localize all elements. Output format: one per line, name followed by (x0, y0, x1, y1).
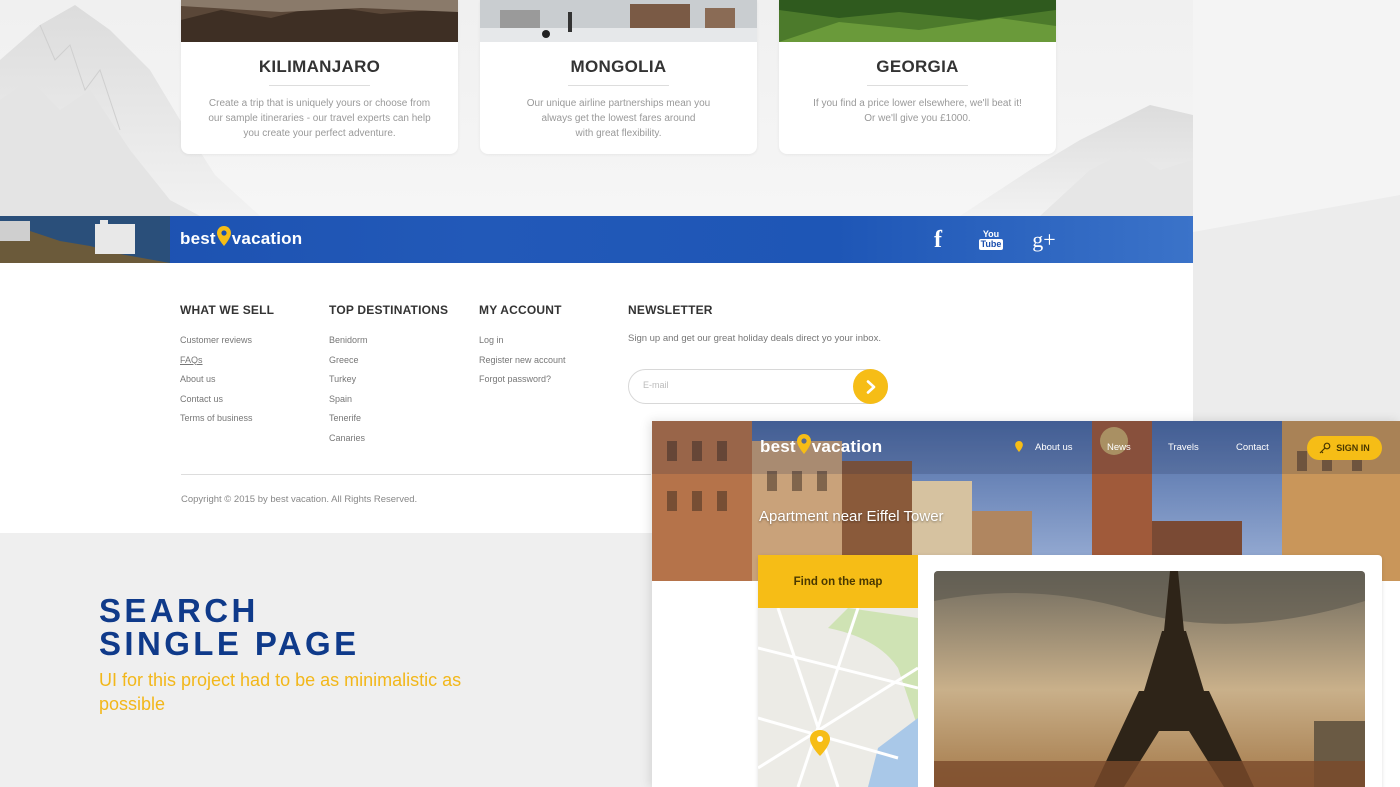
map-thumbnail[interactable] (758, 608, 918, 787)
promo-subtitle: UI for this project had to be as minimal… (99, 670, 462, 714)
destination-card-kilimanjaro[interactable]: KILIMANJARO Create a trip that is unique… (181, 0, 458, 154)
footer-link[interactable]: Terms of business (180, 411, 274, 431)
nav-news[interactable]: News (1107, 442, 1131, 453)
brand-right: vacation (811, 437, 883, 456)
card-description: Create a trip that is uniquely yours or … (208, 98, 431, 139)
card-divider (568, 85, 669, 86)
brand-left: best (760, 437, 796, 456)
nav-travels[interactable]: Travels (1168, 442, 1199, 453)
card-divider (269, 85, 370, 86)
footer-link[interactable]: Benidorm (329, 333, 448, 353)
footer-link[interactable]: Greece (329, 353, 448, 373)
footer-link[interactable]: Turkey (329, 372, 448, 392)
brand-logo[interactable]: best vacation (180, 226, 303, 249)
footer-link[interactable]: Register new account (479, 353, 566, 373)
georgia-photo (779, 0, 1056, 42)
card-title: MONGOLIA (570, 57, 667, 76)
find-on-map-tab[interactable]: Find on the map (758, 555, 918, 608)
nav-about-us[interactable]: About us (1035, 442, 1073, 453)
card-title: KILIMANJARO (258, 57, 381, 76)
footer-link[interactable]: Spain (329, 392, 448, 412)
brand-right: vacation (231, 229, 303, 248)
column-heading: WHAT WE SELL (180, 303, 275, 317)
footer-link[interactable]: FAQs (180, 353, 274, 373)
location-pin-icon (1015, 441, 1023, 452)
detail-brand-logo[interactable]: best vacation (760, 434, 883, 457)
footer-link[interactable]: About us (180, 372, 274, 392)
promo-title: SEARCH SINGLE PAGE (99, 592, 360, 662)
subscribe-button[interactable] (853, 369, 888, 404)
footer-link[interactable]: Log in (479, 333, 566, 353)
city-photo (0, 216, 170, 263)
card-divider (867, 85, 968, 86)
destination-card-georgia[interactable]: GEORGIA If you find a price lower elsewh… (779, 0, 1056, 154)
copyright-text: Copyright © 2015 by best vacation. All R… (181, 494, 418, 505)
footer-link[interactable]: Canaries (329, 431, 448, 451)
footer-column-newsletter: NEWSLETTER Sign up and get our great hol… (628, 303, 881, 344)
footer-divider (181, 474, 651, 475)
email-input[interactable] (643, 380, 843, 390)
brand-left: best (180, 229, 216, 248)
card-title: GEORGIA (876, 57, 959, 76)
footer-column-what-we-sell: WHAT WE SELL Customer reviews FAQs About… (180, 303, 274, 431)
chevron-right-icon (866, 379, 875, 394)
youtube-icon[interactable]: You Tube (978, 227, 1004, 253)
column-heading: MY ACCOUNT (479, 303, 562, 317)
column-heading: TOP DESTINATIONS (329, 303, 449, 317)
footer-banner: best vacation f You Tube g+ (0, 216, 1193, 263)
footer-link[interactable]: Forgot password? (479, 372, 566, 392)
footer-link[interactable]: Contact us (180, 392, 274, 412)
map-pin-icon (796, 434, 811, 454)
key-icon (1319, 442, 1331, 454)
google-plus-icon[interactable]: g+ (1031, 227, 1057, 253)
newsletter-form (628, 369, 888, 404)
column-heading: NEWSLETTER (628, 303, 713, 317)
footer-column-my-account: MY ACCOUNT Log in Register new account F… (479, 303, 566, 392)
destination-card-mongolia[interactable]: MONGOLIA Our unique airline partnerships… (480, 0, 757, 154)
facebook-icon[interactable]: f (925, 227, 951, 253)
newsletter-text: Sign up and get our great holiday deals … (628, 333, 881, 344)
footer-link[interactable]: Customer reviews (180, 333, 274, 353)
sign-in-button[interactable]: SIGN IN (1307, 436, 1382, 460)
nav-contact[interactable]: Contact (1236, 442, 1269, 453)
detail-page-preview: best vacation About us News Travels Cont… (652, 421, 1400, 787)
kilimanjaro-photo (181, 0, 458, 42)
footer-link[interactable]: Tenerife (329, 411, 448, 431)
card-description: If you find a price lower elsewhere, we'… (813, 98, 1022, 124)
map-pin-icon (216, 226, 231, 246)
destinations-section: KILIMANJARO Create a trip that is unique… (0, 0, 1193, 216)
footer-column-top-destinations: TOP DESTINATIONS Benidorm Greece Turkey … (329, 303, 448, 450)
mongolia-photo (480, 0, 757, 42)
eiffel-tower-photo (934, 571, 1365, 787)
listing-title: Apartment near Eiffel Tower (759, 508, 944, 525)
card-description: Our unique airline partnerships mean you… (526, 98, 711, 139)
